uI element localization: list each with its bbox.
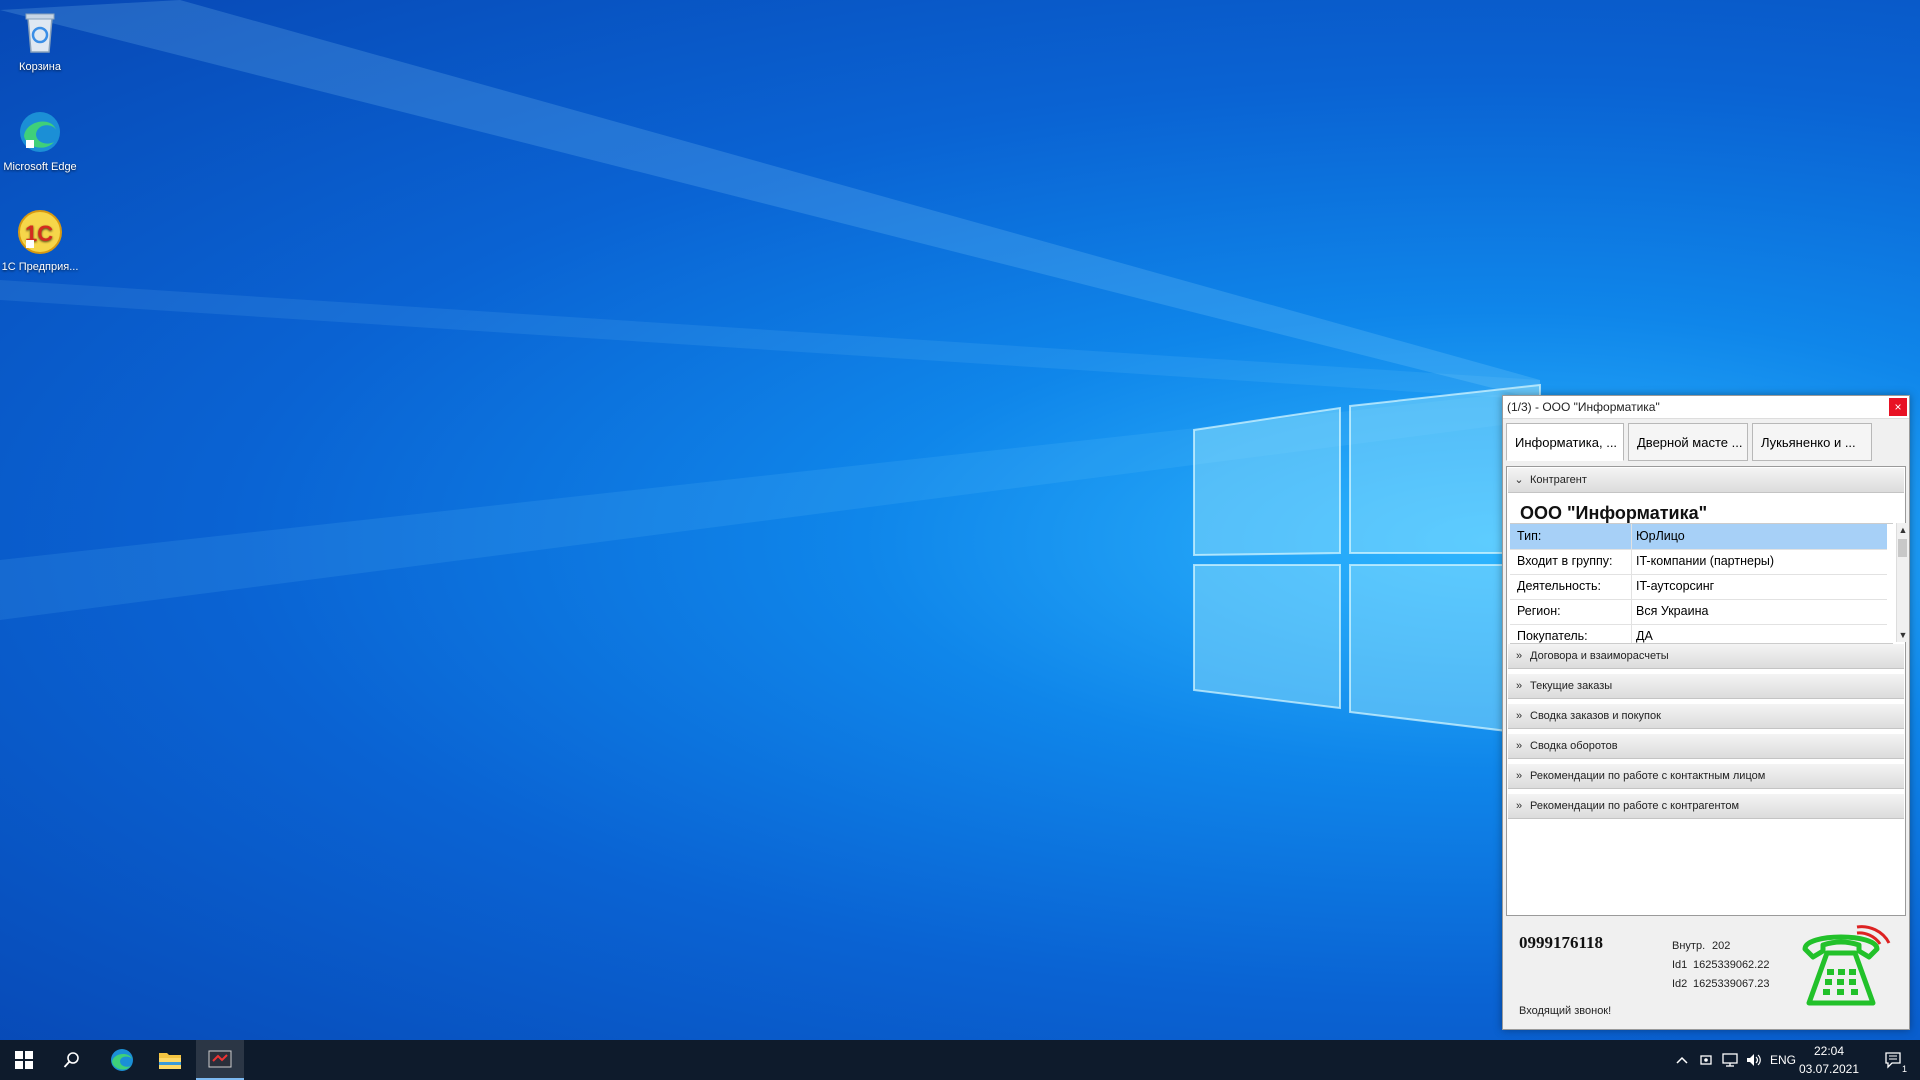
id2-label: Id2 [1672,978,1688,990]
show-hidden-icons[interactable] [1670,1040,1694,1080]
chevron-down-icon: ⌄ [1514,474,1524,486]
section-summary-turnover[interactable]: » Сводка оборотов [1508,734,1904,759]
search-icon [63,1052,79,1068]
phone-number: 0999176118 [1519,933,1604,952]
chevron-right-icon: » [1515,740,1523,752]
section-label: Текущие заказы [1530,680,1613,692]
call-status: Входящий звонок! [1519,1005,1612,1017]
meet-icon [1700,1055,1712,1065]
section-contractor[interactable]: ⌄ Контрагент [1508,468,1904,493]
edge-icon [16,108,64,156]
desktop-icon-recycle-bin[interactable]: Корзина [0,8,80,74]
property-value: IT-компании (партнеры) [1636,554,1775,568]
company-name: ООО "Информатика" [1520,503,1708,523]
recycle-bin-icon [16,8,64,56]
properties-table[interactable]: Тип: ЮрЛицо Входит в группу: IT-компании… [1510,523,1893,644]
section-rec-contact[interactable]: » Рекомендации по работе с контактным лиц… [1508,764,1904,789]
scrollbar-thumb[interactable] [1898,539,1907,557]
windows-icon [15,1051,33,1069]
desktop-icon-label: Microsoft Edge [3,161,77,173]
start-button[interactable] [0,1040,48,1080]
details-panel: ⌄ Контрагент ООО "Информатика" Тип: ЮрЛиц… [1506,466,1909,916]
section-label: Сводка оборотов [1530,740,1618,752]
internal-value: 202 [1712,940,1731,952]
notification-count: 1 [1900,1064,1908,1074]
property-value: IT-аутсорсинг [1636,579,1715,593]
property-key: Деятельность: [1510,574,1632,599]
clock[interactable]: 22:04 03.07.2021 [1794,1042,1864,1078]
tray-network[interactable] [1718,1040,1742,1080]
section-label: Сводка заказов и покупок [1530,710,1661,722]
desktop: Корзина Microsoft Edge 1С 1С Предприя...… [0,0,1920,1040]
1c-icon: 1С [16,208,64,256]
id1-label: Id1 [1672,959,1688,971]
section-label: Договора и взаиморасчеты [1530,650,1669,662]
network-icon [1722,1053,1738,1067]
window-titlebar[interactable]: (1/3) - ООО "Информатика" × [1503,396,1909,419]
property-key: Тип: [1510,524,1632,549]
internal-label: Внутр. [1672,940,1706,952]
search-button[interactable] [48,1040,96,1080]
desktop-icon-edge[interactable]: Microsoft Edge [0,108,80,174]
property-key: Покупатель: [1510,624,1632,643]
taskbar: ENG 22:04 03.07.2021 1 [0,1040,1920,1080]
incoming-call-window: (1/3) - ООО "Информатика" × Информатика,… [1502,395,1910,1030]
scroll-up-icon[interactable]: ▲ [1897,523,1909,537]
chevron-right-icon: » [1515,650,1523,662]
section-label: Рекомендации по работе с контрагентом [1530,800,1740,812]
scroll-down-icon[interactable]: ▼ [1897,628,1909,642]
taskbar-call-app[interactable] [196,1040,244,1080]
properties-scrollbar[interactable]: ▲ ▼ [1896,523,1909,642]
property-value: ЮрЛицо [1636,529,1685,543]
window-title: (1/3) - ООО "Информатика" [1507,400,1660,414]
taskbar-edge[interactable] [98,1040,146,1080]
section-orders[interactable]: » Текущие заказы [1508,674,1904,699]
tab-door-master[interactable]: Дверной масте ... [1628,423,1748,461]
tray-volume[interactable] [1742,1040,1766,1080]
section-rec-contractor[interactable]: » Рекомендации по работе с контрагентом [1508,794,1904,819]
property-row[interactable]: Входит в группу: IT-компании (партнеры) [1510,549,1887,575]
section-label: Рекомендации по работе с контактным лицо… [1530,770,1766,782]
chevron-right-icon: » [1515,800,1523,812]
call-info: 0999176118 Внутр. 202 Id1 1625339062.22 … [1506,918,1906,1024]
clock-date: 03.07.2021 [1798,1062,1860,1076]
taskbar-explorer[interactable] [146,1040,194,1080]
notification-center[interactable]: 1 [1876,1040,1910,1080]
property-value: Вся Украина [1636,604,1709,618]
property-key: Входит в группу: [1510,549,1632,574]
tray-device[interactable] [1694,1040,1718,1080]
property-row[interactable]: Покупатель: ДА [1510,624,1887,643]
edge-icon [111,1049,133,1071]
close-button[interactable]: × [1889,398,1907,416]
telephone-icon [1797,923,1893,1015]
desktop-icon-label: Корзина [19,61,61,73]
desktop-icon-1c[interactable]: 1С 1С Предприя... [0,208,80,274]
id1-value: 1625339062.22 [1693,959,1770,971]
section-label: Контрагент [1530,474,1587,486]
property-row[interactable]: Тип: ЮрЛицо [1510,524,1887,550]
chevron-right-icon: » [1515,710,1523,722]
id2-value: 1625339067.23 [1693,978,1770,990]
chevron-right-icon: » [1515,680,1523,692]
tab-lukyanenko[interactable]: Лукьяненко и ... [1752,423,1872,461]
notification-icon [1885,1052,1901,1069]
volume-icon [1747,1054,1761,1066]
chevron-up-icon [1676,1056,1688,1064]
tab-informatika[interactable]: Информатика, ... [1506,423,1624,461]
property-key: Регион: [1510,599,1632,624]
property-row[interactable]: Деятельность: IT-аутсорсинг [1510,574,1887,600]
property-value: ДА [1636,629,1653,643]
section-contracts[interactable]: » Договора и взаиморасчеты [1508,644,1904,669]
chevron-right-icon: » [1515,770,1523,782]
app-icon [208,1050,232,1068]
desktop-icon-label: 1С Предприя... [1,261,79,273]
folder-icon [159,1053,181,1069]
property-row[interactable]: Регион: Вся Украина [1510,599,1887,625]
clock-time: 22:04 [1813,1044,1845,1058]
section-summary-orders[interactable]: » Сводка заказов и покупок [1508,704,1904,729]
